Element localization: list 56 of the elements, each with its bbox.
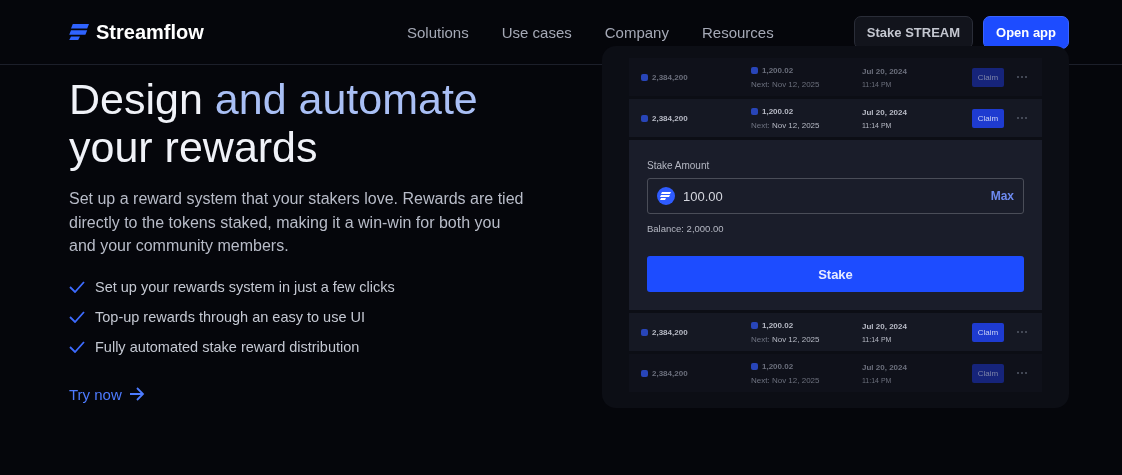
next-date: Nov 12, 2025: [771, 375, 820, 385]
reward-amount: 1,200.02: [762, 361, 794, 371]
max-button[interactable]: Max: [990, 189, 1014, 203]
arrow-right-icon: [128, 387, 145, 401]
check-icon: [69, 310, 85, 323]
claim-button[interactable]: Claim: [972, 322, 1004, 342]
token-icon: [751, 107, 758, 115]
token-logo-icon: [657, 187, 675, 205]
reward-date: Jul 20, 2024: [862, 66, 908, 76]
reward-amount: 1,200.02: [762, 65, 794, 75]
check-icon: [69, 340, 85, 353]
nav-link[interactable]: Company: [604, 23, 669, 41]
token-icon: [641, 114, 648, 122]
token-icon: [751, 66, 758, 74]
next-label: Next:: [751, 375, 770, 385]
next-date: Nov 12, 2025: [771, 334, 820, 344]
hero-description: Set up a reward system that your stakers love. Rewards are tied directly to the tokens staked, making it a win-win for both you and your community members.: [69, 189, 525, 256]
next-label: Next:: [751, 120, 770, 130]
claim-button[interactable]: Claim: [972, 363, 1004, 383]
staked-amount: 2,384,200: [652, 113, 688, 123]
stake-submit-button[interactable]: Stake: [647, 256, 1024, 292]
reward-date: Jul 20, 2024: [862, 321, 908, 331]
reward-amount: 1,200.02: [762, 106, 794, 116]
check-icon: [69, 280, 85, 293]
reward-amount: 1,200.02: [762, 320, 794, 330]
nav-link[interactable]: Solutions: [407, 23, 469, 41]
claim-button[interactable]: Claim: [972, 67, 1004, 87]
feature-text: Top-up rewards through an easy to use UI: [95, 308, 365, 325]
brand-name: Streamflow: [96, 20, 204, 44]
token-icon: [641, 73, 648, 81]
hero-title: Design and automate your rewards: [69, 75, 479, 171]
next-label: Next:: [751, 79, 770, 89]
stake-amount-field[interactable]: 100.00 Max: [647, 178, 1024, 214]
stake-amount-label: Stake Amount: [647, 160, 711, 171]
feature-text: Set up your rewards system in just a few clicks: [95, 278, 395, 295]
staked-amount: 2,384,200: [652, 327, 688, 337]
next-date: Nov 12, 2025: [771, 120, 820, 130]
next-date: Nov 12, 2025: [771, 79, 820, 89]
token-icon: [641, 369, 648, 377]
balance-text: Balance: 2,000.00: [647, 223, 725, 234]
logo-icon: [69, 23, 91, 41]
staked-amount: 2,384,200: [652, 368, 688, 378]
stake-button[interactable]: Stake STREAM: [853, 15, 974, 49]
reward-date: Jul 20, 2024: [862, 362, 908, 372]
feature-text: Fully automated stake reward distribution: [95, 338, 360, 355]
token-icon: [641, 328, 648, 336]
staked-amount: 2,384,200: [652, 72, 688, 82]
token-icon: [751, 321, 758, 329]
claim-button[interactable]: Claim: [972, 108, 1004, 128]
reward-date: Jul 20, 2024: [862, 107, 908, 117]
try-now-link[interactable]: Try now: [69, 385, 145, 403]
open-app-button[interactable]: Open app: [983, 15, 1069, 49]
nav-link[interactable]: Resources: [701, 23, 774, 41]
token-icon: [751, 362, 758, 370]
nav-link[interactable]: Use cases: [501, 23, 572, 41]
next-label: Next:: [751, 334, 770, 344]
